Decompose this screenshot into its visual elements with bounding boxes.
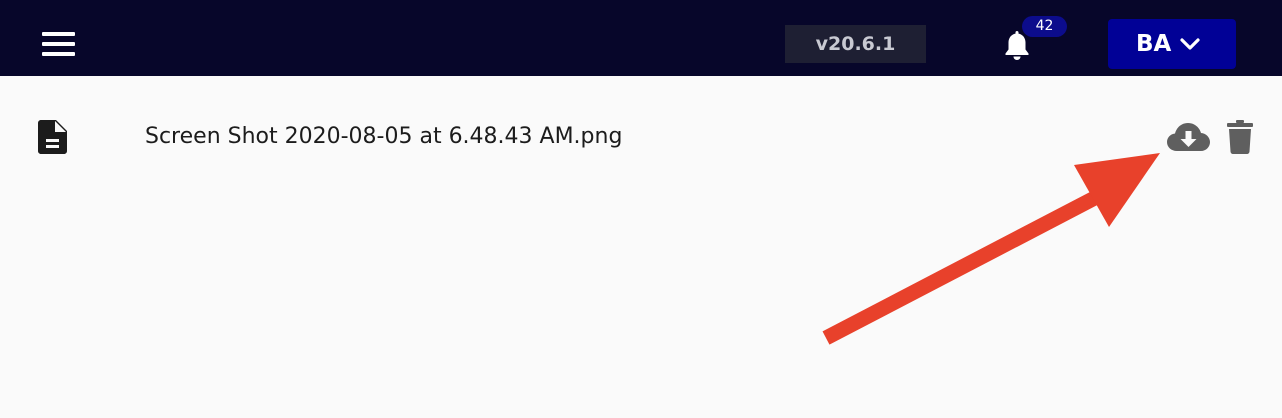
user-menu-button[interactable]: BA [1108,19,1236,69]
file-name[interactable]: Screen Shot 2020-08-05 at 6.48.43 AM.png [145,120,622,154]
delete-button[interactable] [1227,120,1253,154]
document-icon [38,120,67,154]
trash-icon [1227,120,1253,154]
user-initials: BA [1136,31,1172,57]
top-navigation-bar: v20.6.1 42 BA [0,0,1282,76]
notification-count-badge: 42 [1022,16,1067,37]
menu-icon-bar-bottom [42,52,75,56]
download-button[interactable] [1166,122,1211,152]
menu-icon-bar-top [42,32,75,36]
file-list-item: Screen Shot 2020-08-05 at 6.48.43 AM.png [0,96,1282,180]
menu-icon-bar-middle [42,42,75,46]
menu-button[interactable] [40,28,78,60]
chevron-down-icon [1180,38,1200,50]
version-label: v20.6.1 [785,25,926,63]
cloud-download-icon [1167,123,1210,151]
